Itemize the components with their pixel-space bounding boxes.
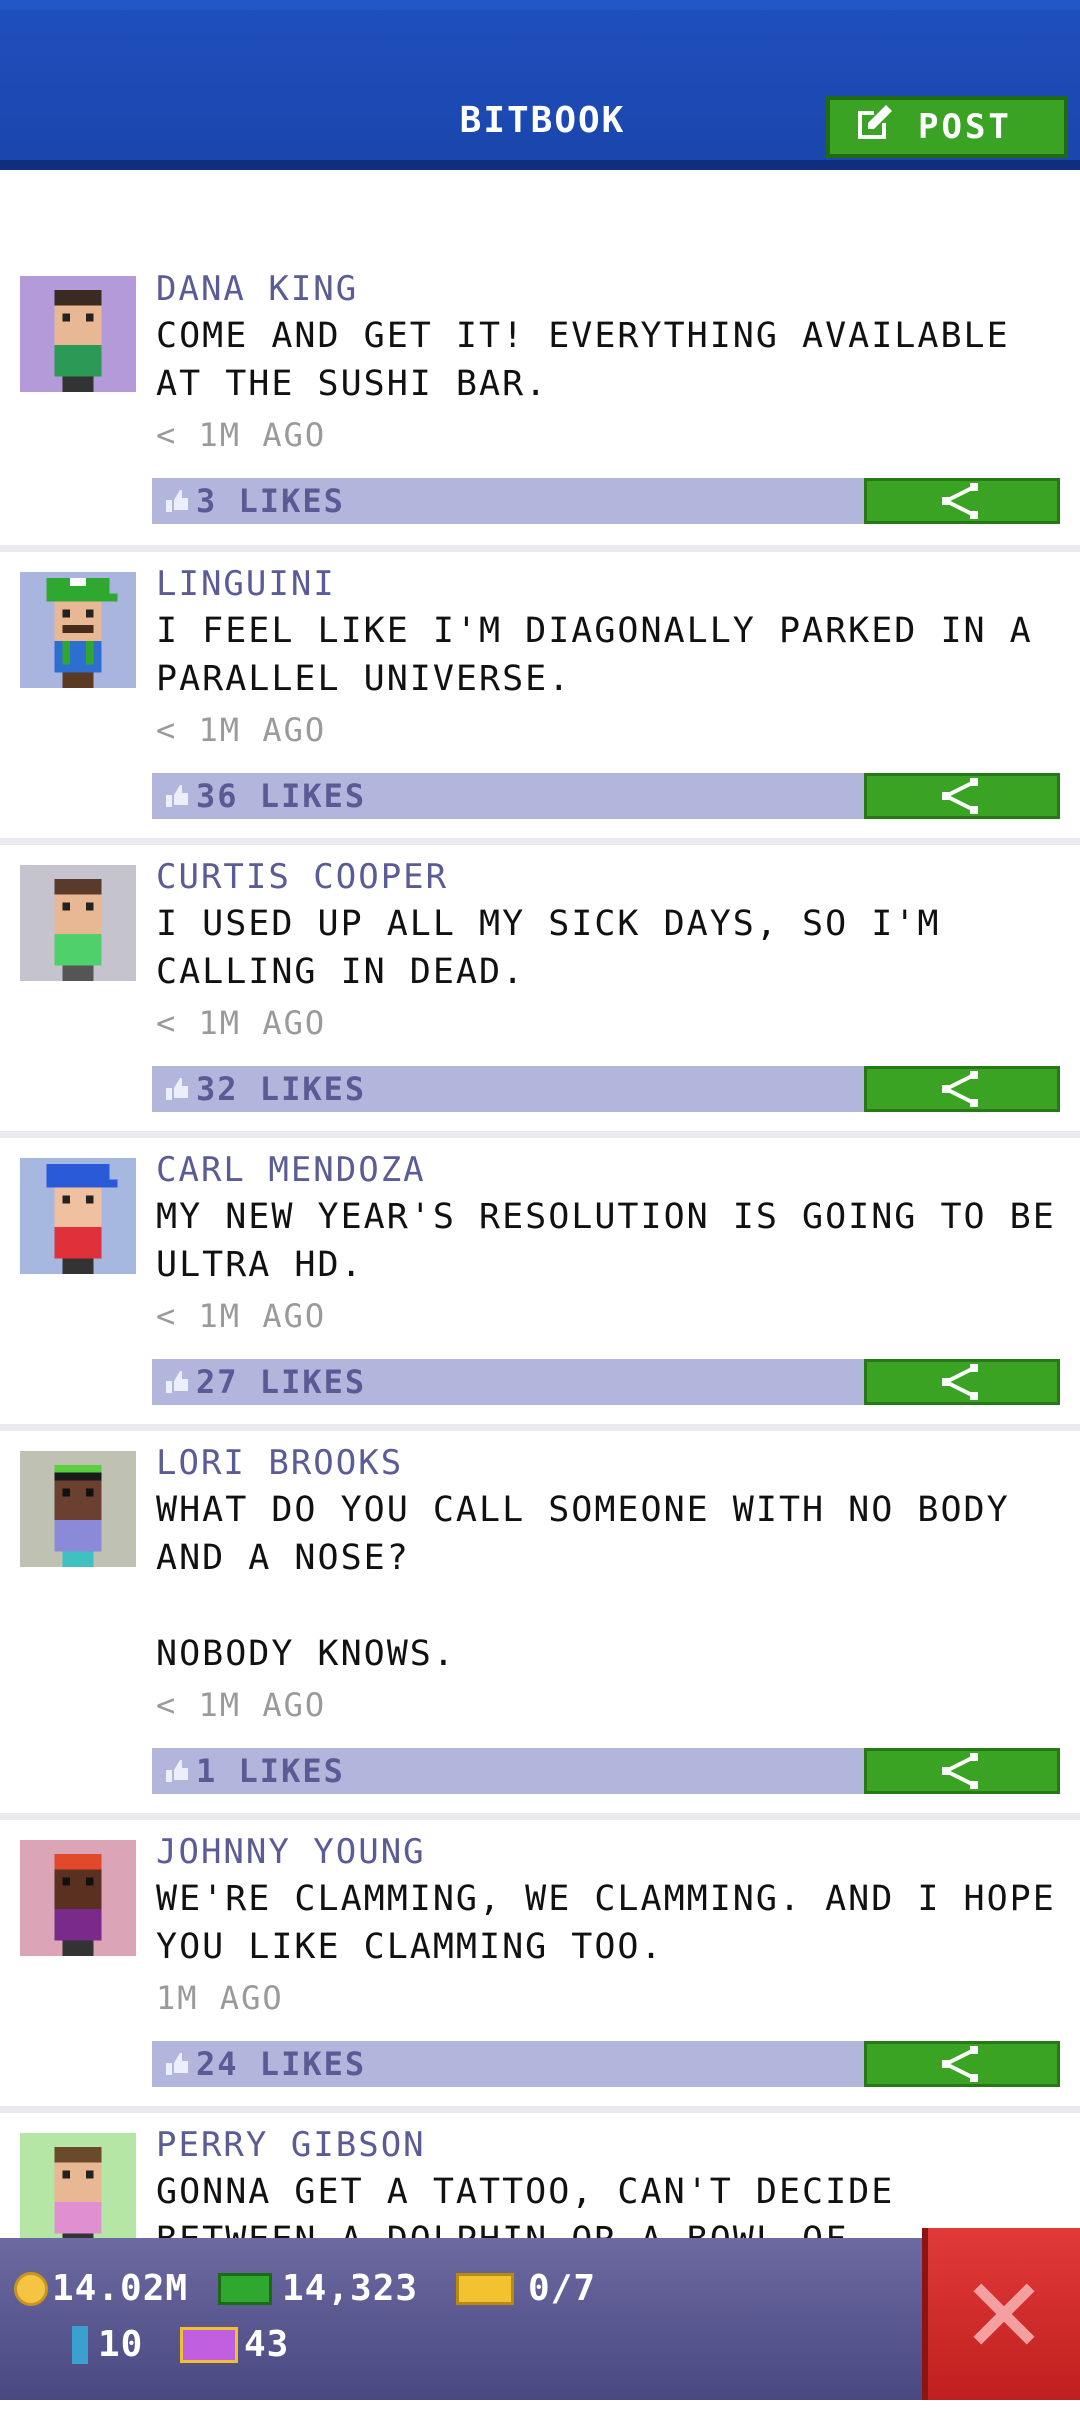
coin-icon [14, 2271, 48, 2306]
list-item: CURTIS COOPER I USED UP ALL MY SICK DAYS… [0, 845, 1080, 1138]
list-item: JOHNNY YOUNG WE'RE CLAMMING, WE CLAMMING… [0, 1820, 1080, 2113]
header-bar: BITBOOK POST [0, 0, 1080, 170]
keys-value: 10 [98, 2324, 144, 2365]
post-time: < 1M AGO [156, 1297, 327, 1335]
list-item: DANA KING COME AND GET IT! EVERYTHING AV… [0, 170, 1080, 552]
thumbs-up-icon [166, 2053, 188, 2075]
avatar[interactable] [20, 1451, 136, 1567]
key-icon [72, 2325, 88, 2364]
post-time: < 1M AGO [156, 1004, 327, 1042]
tickets-stat: 0/7 [456, 2268, 596, 2309]
post-author[interactable]: DANA KING [156, 269, 358, 309]
post-text: MY NEW YEAR'S RESOLUTION IS GOING TO BE … [156, 1197, 1056, 1285]
bux-stat: 14,323 [218, 2268, 418, 2309]
post-time: < 1M AGO [156, 1686, 327, 1724]
bux-icon [218, 2272, 272, 2305]
like-button[interactable]: 32 LIKES [152, 1066, 864, 1112]
share-button[interactable] [864, 2041, 1060, 2087]
post-text: I FEEL LIKE I'M DIAGONALLY PARKED IN A P… [156, 611, 1033, 699]
bux-value: 14,323 [282, 2268, 419, 2309]
share-icon [942, 1753, 978, 1789]
share-button[interactable] [864, 773, 1060, 819]
post-time: < 1M AGO [156, 711, 327, 749]
likes-count: 3 LIKES [196, 482, 345, 520]
thumbs-up-icon [166, 1371, 188, 1393]
share-button[interactable] [864, 1748, 1060, 1794]
close-icon [973, 2283, 1035, 2345]
like-button[interactable]: 1 LIKES [152, 1748, 864, 1794]
feed-list[interactable]: DANA KING COME AND GET IT! EVERYTHING AV… [0, 170, 1080, 2413]
avatar[interactable] [20, 2133, 136, 2249]
vip-icon [180, 2326, 238, 2363]
post-author[interactable]: CARL MENDOZA [156, 1150, 426, 1190]
thumbs-up-icon [166, 1760, 188, 1782]
thumbs-up-icon [166, 785, 188, 807]
ticket-icon [456, 2272, 514, 2305]
share-icon [942, 483, 978, 519]
thumbs-up-icon [166, 490, 188, 512]
tickets-value: 0/7 [528, 2268, 597, 2309]
share-button[interactable] [864, 1066, 1060, 1112]
like-button[interactable]: 3 LIKES [152, 478, 864, 524]
like-button[interactable]: 27 LIKES [152, 1359, 864, 1405]
like-button[interactable]: 36 LIKES [152, 773, 864, 819]
post-text: WHAT DO YOU CALL SOMEONE WITH NO BODY AN… [156, 1490, 1010, 1674]
avatar[interactable] [20, 1840, 136, 1956]
share-icon [942, 1071, 978, 1107]
list-item: LORI BROOKS WHAT DO YOU CALL SOMEONE WIT… [0, 1431, 1080, 1820]
keys-stat: 10 [72, 2324, 143, 2365]
post-button[interactable]: POST [826, 96, 1068, 158]
edit-icon [854, 103, 894, 152]
avatar[interactable] [20, 276, 136, 392]
likes-count: 27 LIKES [196, 1363, 367, 1401]
post-time: 1M AGO [156, 1979, 284, 2017]
status-bar: 14.02M 14,323 0/7 10 43 [0, 2238, 1080, 2400]
post-author[interactable]: LINGUINI [156, 564, 336, 604]
vip-stat: 43 [180, 2324, 289, 2365]
close-button[interactable] [922, 2228, 1080, 2400]
share-button[interactable] [864, 478, 1060, 524]
likes-count: 1 LIKES [196, 1752, 345, 1790]
avatar[interactable] [20, 572, 136, 688]
post-author[interactable]: JOHNNY YOUNG [156, 1832, 426, 1872]
likes-count: 36 LIKES [196, 777, 367, 815]
like-button[interactable]: 24 LIKES [152, 2041, 864, 2087]
coins-stat: 14.02M [14, 2268, 188, 2309]
post-text: I USED UP ALL MY SICK DAYS, SO I'M CALLI… [156, 904, 941, 992]
list-item: LINGUINI I FEEL LIKE I'M DIAGONALLY PARK… [0, 552, 1080, 845]
share-icon [942, 778, 978, 814]
avatar[interactable] [20, 1158, 136, 1274]
vip-value: 43 [244, 2324, 290, 2365]
post-time: < 1M AGO [156, 416, 327, 454]
post-author[interactable]: LORI BROOKS [156, 1443, 403, 1483]
post-button-label: POST [918, 107, 1012, 147]
post-author[interactable]: CURTIS COOPER [156, 857, 448, 897]
thumbs-up-icon [166, 1078, 188, 1100]
avatar[interactable] [20, 865, 136, 981]
post-author[interactable]: PERRY GIBSON [156, 2125, 426, 2165]
post-text: COME AND GET IT! EVERYTHING AVAILABLE AT… [156, 316, 1010, 404]
share-icon [942, 2046, 978, 2082]
list-item: CARL MENDOZA MY NEW YEAR'S RESOLUTION IS… [0, 1138, 1080, 1431]
likes-count: 32 LIKES [196, 1070, 367, 1108]
share-button[interactable] [864, 1359, 1060, 1405]
post-text: WE'RE CLAMMING, WE CLAMMING. AND I HOPE … [156, 1879, 1056, 1967]
share-icon [942, 1364, 978, 1400]
coins-value: 14.02M [52, 2268, 189, 2309]
likes-count: 24 LIKES [196, 2045, 367, 2083]
